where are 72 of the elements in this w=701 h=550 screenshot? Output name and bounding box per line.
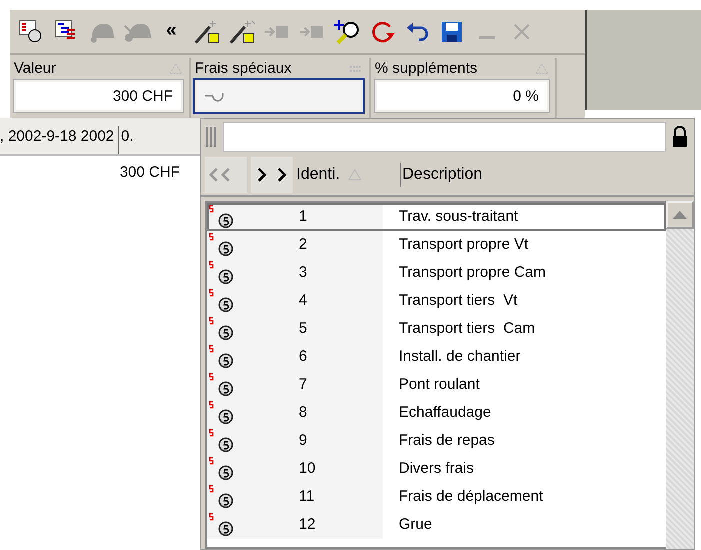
id-cell-text: 7 [299,374,308,395]
list-row[interactable]: 2 Transport propre Vt [207,231,666,259]
list-row[interactable]: 3 Transport propre Cam [207,259,666,287]
list-row[interactable]: 9 Frais de repas [207,427,666,455]
search-add-icon[interactable] [332,18,360,46]
search-field[interactable] [222,122,666,152]
coin-icon [209,513,235,537]
list-row[interactable]: 7 Pont roulant [207,371,666,399]
list-row[interactable]: 1 Trav. sous-traitant [207,203,666,231]
column-header[interactable]: Description [402,163,483,187]
description-cell-text: Frais de déplacement [399,486,544,507]
table-cell: 300 CHF [120,164,180,181]
input-field[interactable]: 300 CHF [14,80,183,112]
input-field[interactable]: 0 % [375,80,549,112]
input-field[interactable] [195,80,363,112]
filter-icon[interactable] [349,64,363,74]
coin-icon [209,457,235,481]
id-cell-text: 6 [299,346,308,367]
field-label: % suppléments [375,59,478,79]
list-row[interactable]: 4 Transport tiers Vt [207,287,666,315]
id-cell-text: 1 [299,206,308,227]
coin-icon [209,233,235,257]
table-cell-text: , 2002-9-18 2002 [0,127,114,147]
up-arrow-icon[interactable] [673,211,687,219]
id-cell-text: 3 [299,262,308,283]
coin-icon [209,345,235,369]
scroll-up-button[interactable] [666,201,694,229]
description-cell-text: Echaffaudage [399,402,492,423]
description-cell-text: Transport propre Cam [399,262,546,283]
description-cell-text: Trav. sous-traitant [399,206,518,227]
id-cell-text: 12 [299,514,316,535]
description-cell-text: Install. de chantier [399,346,521,367]
table-cell: 0. [118,126,134,154]
list-row[interactable]: 6 Install. de chantier [207,343,666,371]
column-header[interactable]: Identi. [296,163,340,187]
id-cell-text: 9 [299,430,308,451]
id-cell-text: 2 [299,234,308,255]
list-row[interactable]: 12 Grue [207,511,666,539]
id-cell-text: 8 [299,402,308,423]
coin-icon [209,401,235,425]
field-label: Valeur [14,59,56,79]
list-row[interactable]: 10 Divers frais [207,455,666,483]
coin-icon [209,289,235,313]
grip-icon[interactable] [205,125,219,149]
wand-icon[interactable] [228,18,256,46]
sort-icon[interactable] [535,63,549,75]
description-cell-text: Pont roulant [399,374,480,395]
id-cell-text: 4 [299,290,308,311]
id-cell-text: 10 [299,458,316,479]
id-cell-text: 11 [299,486,315,507]
description-cell-text: Transport propre Vt [399,234,528,255]
coin-icon [209,373,235,397]
lock-icon[interactable] [670,126,690,148]
coin-icon [209,205,235,229]
sort-icon[interactable] [348,169,362,181]
description-cell-text: Grue [399,514,432,535]
coin-icon [209,261,235,285]
description-cell-text: Frais de repas [399,430,495,451]
list-row[interactable]: 5 Transport tiers Cam [207,315,666,343]
description-cell-text: Divers frais [399,458,474,479]
description-cell-text: Transport tiers Vt [399,290,518,311]
next-button[interactable] [250,157,292,193]
coin-icon [209,485,235,509]
description-cell-text: Transport tiers Cam [399,318,536,339]
list-row[interactable]: 8 Echaffaudage [207,399,666,427]
field-label: Frais spéciaux [195,59,292,79]
coin-icon [209,429,235,453]
collapse-button[interactable]: « [154,14,189,48]
list-row[interactable]: 11 Frais de déplacement [207,483,666,511]
id-cell-text: 5 [299,318,308,339]
coin-icon [209,317,235,341]
sort-icon[interactable] [169,63,183,75]
